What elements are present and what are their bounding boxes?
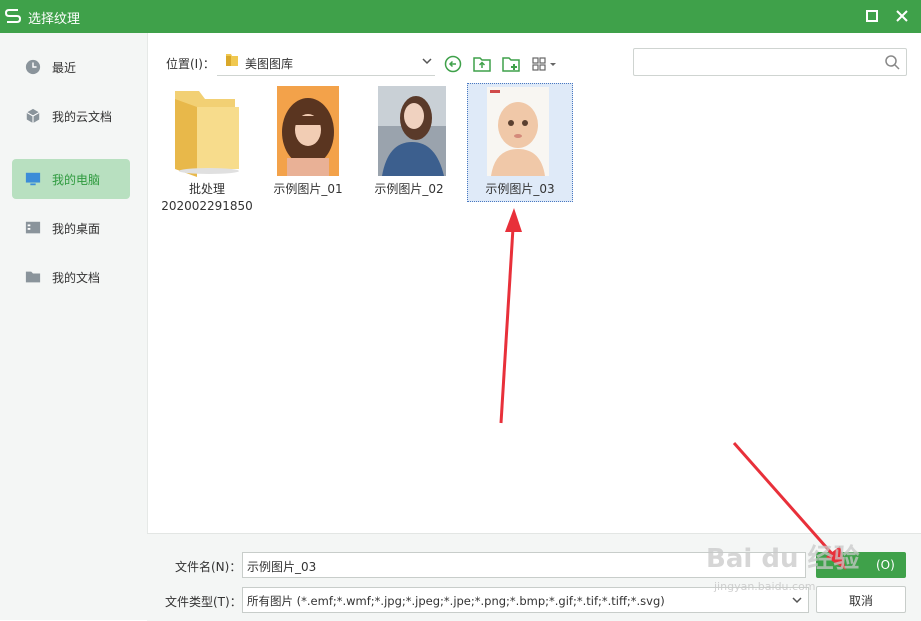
search-icon[interactable] [884,54,900,70]
filetype-value: 所有图片 (*.emf;*.wmf;*.jpg;*.jpeg;*.jpe;*.p… [247,594,665,608]
filetype-label: 文件类型(T)： [165,595,242,609]
window-title: 选择纹理 [28,12,81,27]
sidebar: 最近 我的云文档 我的电脑 我的桌面 我的文档 [0,33,148,620]
back-icon[interactable] [443,55,463,73]
sidebar-item-label: 我的云文档 [52,110,113,124]
file-name-line2: 202002291850 [161,199,253,213]
chevron-down-icon [792,597,802,604]
chevron-down-icon [422,58,432,65]
search-input[interactable] [633,48,907,76]
cloud-cube-icon [26,108,40,124]
up-folder-icon[interactable] [472,55,492,73]
sidebar-item-label: 最近 [52,61,77,75]
new-folder-icon[interactable] [501,55,521,73]
location-dropdown[interactable]: 美图图库 [217,49,435,76]
monitor-icon [25,172,41,186]
sidebar-item-documents[interactable]: 我的文档 [12,257,130,297]
folder-large-icon [175,91,239,177]
open-button-label: (O) [876,558,895,572]
file-name: 示例图片_03 [485,182,555,196]
photo-thumbnail [378,86,446,176]
sidebar-item-cloud-docs[interactable]: 我的云文档 [12,96,130,136]
sidebar-item-label: 我的文档 [52,271,101,285]
filename-value: 示例图片_03 [247,560,317,574]
file-item-image-selected[interactable]: 示例图片_03 [467,83,573,202]
sidebar-item-label: 我的电脑 [52,173,101,187]
view-grid-icon[interactable] [531,55,559,73]
sidebar-item-my-computer[interactable]: 我的电脑 [12,159,130,199]
location-label: 位置(I)： [166,57,215,71]
cancel-button[interactable]: 取消 [816,586,906,613]
file-name: 示例图片_02 [374,182,444,196]
photo-thumbnail [277,86,339,176]
filename-label: 文件名(N)： [175,560,242,574]
location-value: 美图图库 [245,57,294,71]
photo-thumbnail [487,87,549,176]
wps-logo-icon [4,9,22,23]
clock-icon [25,59,41,75]
file-item-image[interactable]: 示例图片_02 [357,83,461,201]
title-bar: 选择纹理 [0,0,921,33]
desktop-icon [25,221,41,234]
maximize-icon[interactable] [862,6,882,26]
close-icon[interactable] [892,6,912,26]
file-item-image[interactable]: 示例图片_01 [256,83,360,201]
file-list: 批处理 202002291850 示例图片_01 示例图片_02 示例图片_03 [147,83,921,533]
watermark-subtext: jingyan.baidu.com [714,580,816,593]
sidebar-item-desktop[interactable]: 我的桌面 [12,208,130,248]
file-item-folder[interactable]: 批处理 202002291850 [155,83,259,217]
folder-icon [25,271,41,283]
file-name: 示例图片_01 [273,182,343,196]
sidebar-item-label: 我的桌面 [52,222,101,236]
folder-icon [226,54,238,66]
sidebar-item-recent[interactable]: 最近 [12,47,130,87]
file-name: 批处理 [188,182,225,196]
watermark-text: Bai du 经验 [706,544,860,574]
cancel-button-label: 取消 [848,594,873,608]
